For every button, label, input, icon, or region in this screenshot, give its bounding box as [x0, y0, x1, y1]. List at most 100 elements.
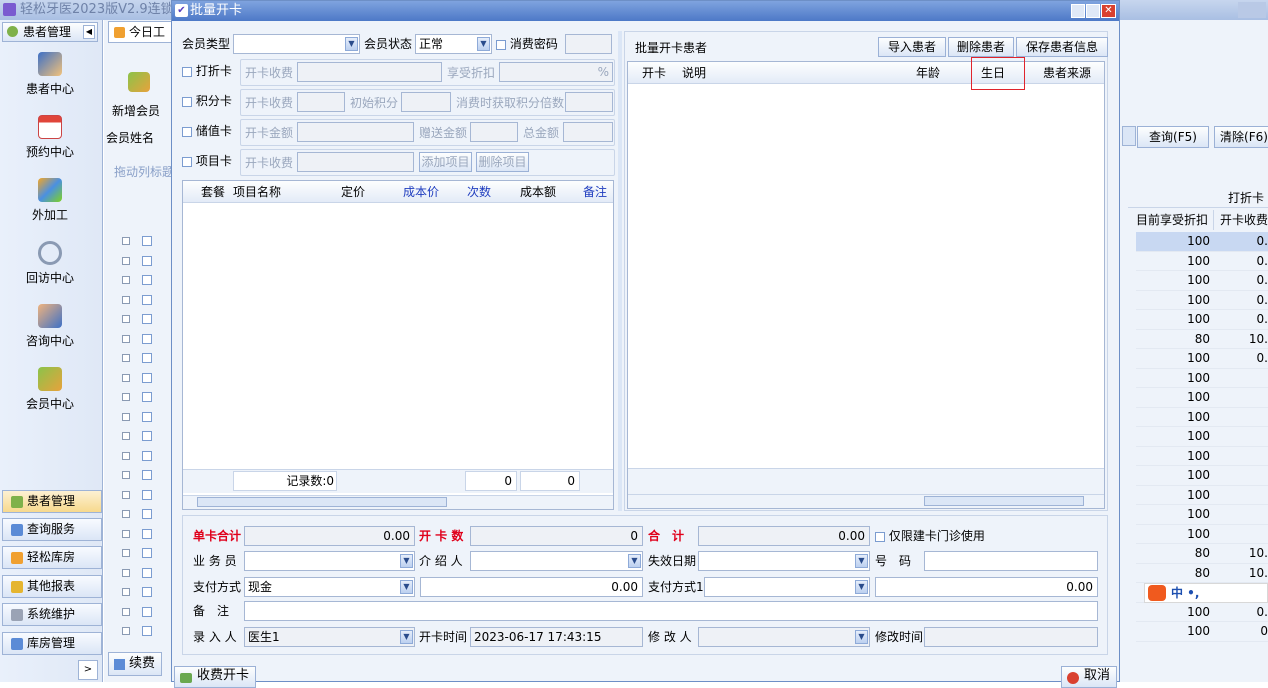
clear-button[interactable]: 清除(F6): [1214, 126, 1268, 148]
row-checkbox[interactable]: [142, 606, 152, 617]
table-row[interactable]: 80 10.: [1136, 564, 1268, 583]
entry-person-select[interactable]: 医生1 ▼: [244, 627, 415, 647]
number-input[interactable]: [924, 551, 1098, 571]
points-card-checkbox[interactable]: 积分卡: [182, 91, 232, 111]
table-row[interactable]: 100: [1136, 408, 1268, 427]
only-clinic-checkbox[interactable]: 仅限建卡门诊使用: [875, 526, 985, 546]
referrer-select[interactable]: ▼: [470, 551, 643, 571]
expand-arrow-icon[interactable]: >: [78, 660, 98, 680]
col-cost-price[interactable]: 成本价: [403, 181, 439, 203]
row-checkbox[interactable]: [142, 372, 152, 383]
pay-method1-select[interactable]: ▼: [704, 577, 870, 597]
expand-icon[interactable]: [122, 490, 130, 499]
gift-amount-input[interactable]: [470, 122, 518, 142]
expand-icon[interactable]: [122, 471, 130, 479]
col-package[interactable]: 套餐: [201, 181, 225, 203]
init-points-input[interactable]: [401, 92, 451, 112]
table-row[interactable]: 100: [1136, 388, 1268, 408]
chevron-down-icon[interactable]: ▼: [477, 37, 490, 51]
row-checkbox[interactable]: [142, 255, 152, 266]
expand-icon[interactable]: [122, 412, 130, 421]
row-checkbox[interactable]: [142, 509, 152, 519]
sidebar-item-outsourcing[interactable]: 外加工: [0, 178, 100, 223]
filter-dropdown[interactable]: [1122, 126, 1136, 146]
table-row[interactable]: 100: [1136, 505, 1268, 525]
expand-icon[interactable]: [122, 549, 130, 557]
expand-icon[interactable]: [122, 627, 130, 635]
table-row[interactable]: 80 10.: [1136, 330, 1268, 349]
sidebar-item-followup[interactable]: 回访中心: [0, 241, 100, 286]
chevron-down-icon[interactable]: ▼: [400, 580, 413, 594]
checkbox[interactable]: [182, 66, 192, 77]
expand-icon[interactable]: [122, 276, 130, 284]
pay-method-select[interactable]: 现金 ▼: [244, 577, 415, 597]
row-checkbox[interactable]: [142, 431, 152, 441]
ime-toolbar[interactable]: 中 •,: [1144, 583, 1268, 603]
cancel-button[interactable]: 取消: [1061, 666, 1117, 688]
chevron-down-icon[interactable]: ▼: [855, 580, 868, 594]
member-type-select[interactable]: ▼: [233, 34, 360, 54]
row-checkbox[interactable]: [142, 548, 152, 558]
charge-open-card-button[interactable]: 收费开卡: [174, 666, 256, 688]
collapse-icon[interactable]: ◀: [83, 25, 95, 39]
checkbox[interactable]: [875, 531, 885, 542]
chevron-down-icon[interactable]: ▼: [345, 37, 358, 51]
expand-icon[interactable]: [122, 510, 130, 518]
row-checkbox[interactable]: [142, 236, 152, 246]
col-item-name[interactable]: 项目名称: [233, 181, 281, 203]
table-row[interactable]: 100 0.: [1136, 603, 1268, 622]
query-button[interactable]: 查询(F5): [1137, 126, 1209, 148]
nav-query[interactable]: 查询服务: [2, 518, 102, 541]
expand-icon[interactable]: [122, 393, 130, 401]
expand-icon[interactable]: [122, 373, 130, 382]
col-open-card[interactable]: 开卡: [642, 62, 666, 84]
table-row[interactable]: 100 0: [1136, 622, 1268, 642]
window-controls[interactable]: [1238, 2, 1266, 18]
pay-amount1-input[interactable]: 0.00: [875, 577, 1098, 597]
discount-open-fee-input[interactable]: [297, 62, 442, 82]
expand-icon[interactable]: [122, 334, 130, 343]
chevron-down-icon[interactable]: ▼: [400, 554, 413, 568]
col-age[interactable]: 年龄: [916, 62, 940, 84]
chevron-down-icon[interactable]: ▼: [628, 554, 641, 568]
renew-button[interactable]: 续费: [108, 652, 162, 676]
salesman-select[interactable]: ▼: [244, 551, 415, 571]
row-checkbox[interactable]: [142, 275, 152, 285]
checkbox[interactable]: [182, 126, 192, 137]
col-remark[interactable]: 备注: [583, 181, 607, 203]
sidebar-item-member[interactable]: 会员中心: [0, 367, 100, 412]
delete-item-button[interactable]: 删除项目: [476, 152, 529, 172]
checkbox[interactable]: [182, 96, 192, 107]
col-price[interactable]: 定价: [341, 181, 365, 203]
col-header-discount[interactable]: 目前享受折扣: [1136, 210, 1214, 230]
col-patient-source[interactable]: 患者来源: [1043, 62, 1091, 84]
minimize-icon[interactable]: [1071, 4, 1085, 18]
total-amount-input[interactable]: [563, 122, 613, 142]
nav-warehouse[interactable]: 轻松库房: [2, 546, 102, 569]
nav-patients[interactable]: 患者管理: [2, 490, 102, 513]
row-checkbox[interactable]: [142, 626, 152, 636]
pay-amount-input[interactable]: 0.00: [420, 577, 643, 597]
expand-icon[interactable]: [122, 588, 130, 596]
open-amount-input[interactable]: [297, 122, 414, 142]
expand-icon[interactable]: [122, 354, 130, 362]
sidebar-item-appointment[interactable]: 预约中心: [0, 115, 100, 160]
stored-card-checkbox[interactable]: 储值卡: [182, 121, 232, 141]
expand-icon[interactable]: [122, 568, 130, 577]
scroll-thumb[interactable]: [197, 497, 447, 507]
row-checkbox[interactable]: [142, 411, 152, 422]
row-checkbox[interactable]: [142, 353, 152, 363]
panel-splitter[interactable]: [618, 31, 622, 511]
checkbox[interactable]: [182, 156, 192, 167]
nav-system[interactable]: 系统维护: [2, 603, 102, 626]
save-patients-button[interactable]: 保存患者信息: [1016, 37, 1108, 57]
expire-date-select[interactable]: ▼: [698, 551, 870, 571]
table-row[interactable]: 100: [1136, 427, 1268, 447]
row-checkbox[interactable]: [142, 587, 152, 597]
enjoy-discount-input[interactable]: %: [499, 62, 613, 82]
nav-inventory[interactable]: 库房管理: [2, 632, 102, 655]
nav-reports[interactable]: 其他报表: [2, 575, 102, 598]
row-checkbox[interactable]: [142, 450, 152, 461]
table-row[interactable]: 100: [1136, 525, 1268, 544]
sidebar-item-consult[interactable]: 咨询中心: [0, 304, 100, 349]
